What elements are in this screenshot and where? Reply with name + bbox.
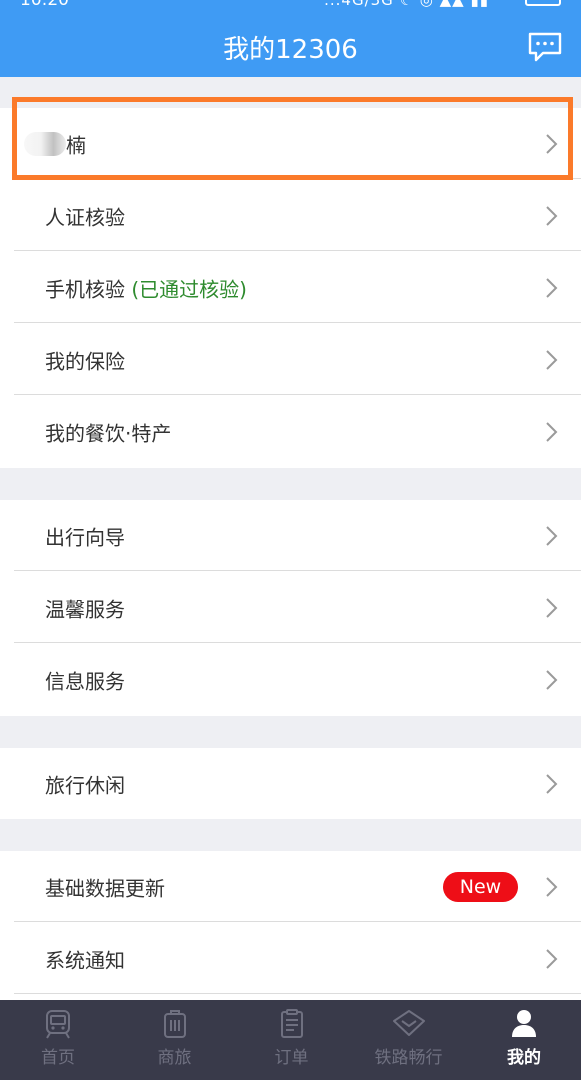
menu-item-label: 旅行休闲: [45, 773, 125, 797]
chevron-right-icon: [546, 876, 558, 897]
chevron-right-icon: [546, 133, 558, 154]
menu-item-face-verify[interactable]: 人证核验: [0, 180, 581, 251]
menu-item-label: 信息服务: [45, 669, 125, 693]
page-title: 我的12306: [223, 35, 358, 65]
train-icon: [46, 1010, 70, 1039]
tab-label: 铁路畅行: [374, 1048, 443, 1068]
status-time: 10:20: [20, 0, 69, 10]
tab-home[interactable]: 首页: [0, 1000, 116, 1074]
header: 10:20 ...4G/3G ☾ ◎ ▲▲ ▮▮ 我的12306: [0, 0, 581, 77]
menu-item-label: 系统通知: [45, 948, 125, 972]
order-clipboard-icon: [280, 1009, 303, 1038]
chevron-right-icon: [546, 205, 558, 226]
menu-item-catering[interactable]: 我的餐饮·特产: [0, 396, 581, 467]
section-services: 出行向导 温馨服务 信息服务: [0, 500, 581, 716]
chevron-right-icon: [546, 669, 558, 690]
verification-status: (已通过核验): [131, 277, 247, 301]
menu-item-label: 出行向导: [45, 525, 125, 549]
divider: [14, 322, 581, 323]
tab-railway-pass[interactable]: 铁路畅行: [350, 1000, 467, 1074]
tab-label: 我的: [507, 1048, 541, 1068]
divider: [14, 921, 581, 922]
divider: [14, 642, 581, 643]
tab-business-travel[interactable]: 商旅: [116, 1000, 233, 1074]
menu-item-label: 基础数据更新: [45, 876, 165, 900]
menu-item-travel-guide[interactable]: 出行向导: [0, 500, 581, 571]
chevron-right-icon: [546, 773, 558, 794]
menu-item-label: 手机核验 (已通过核验): [45, 273, 247, 302]
menu-item-data-update[interactable]: 基础数据更新 New: [0, 851, 581, 922]
tab-label: 商旅: [157, 1048, 192, 1068]
menu-item-care-service[interactable]: 温馨服务: [0, 572, 581, 643]
battery-icon: [525, 0, 561, 6]
tab-orders[interactable]: 订单: [233, 1000, 350, 1074]
tab-mine[interactable]: 我的: [467, 1000, 581, 1074]
divider: [14, 570, 581, 571]
chevron-right-icon: [546, 948, 558, 969]
menu-item-insurance[interactable]: 我的保险: [0, 324, 581, 395]
status-indicators: ...4G/3G ☾ ◎ ▲▲ ▮▮: [324, 0, 489, 9]
section-account: 楠 人证核验 手机核验 (已通过核验) 我的保险 我的餐饮·特产: [0, 108, 581, 468]
tab-label: 首页: [41, 1048, 75, 1068]
luggage-icon: [163, 1010, 186, 1038]
menu-item-system-notice[interactable]: 系统通知: [0, 923, 581, 994]
my12306-screen: 10:20 ...4G/3G ☾ ◎ ▲▲ ▮▮ 我的12306 楠 人证核验 …: [0, 0, 581, 1080]
menu-item-label: 我的保险: [45, 349, 125, 373]
bottom-tab-bar: 首页 商旅 订单 铁路畅行 我的: [0, 1000, 581, 1080]
message-icon[interactable]: [527, 31, 563, 63]
menu-item-label: 温馨服务: [45, 597, 125, 621]
profile-row[interactable]: 楠: [0, 108, 581, 179]
menu-item-label: 人证核验: [45, 205, 125, 229]
chevron-right-icon: [546, 421, 558, 442]
menu-item-leisure[interactable]: 旅行休闲: [0, 748, 581, 819]
divider: [14, 394, 581, 395]
section-leisure: 旅行休闲: [0, 748, 581, 819]
section-system: 基础数据更新 New 系统通知: [0, 851, 581, 1000]
status-bar: 10:20 ...4G/3G ☾ ◎ ▲▲ ▮▮: [0, 0, 581, 12]
divider: [14, 250, 581, 251]
tab-label: 订单: [274, 1048, 309, 1068]
chevron-right-icon: [546, 525, 558, 546]
person-icon: [512, 1010, 536, 1037]
menu-item-label-text: 手机核验: [45, 277, 125, 301]
chevron-right-icon: [546, 597, 558, 618]
diamond-icon: [392, 1010, 425, 1036]
obscured-name: [24, 131, 66, 156]
new-badge: New: [443, 871, 518, 902]
username-text: 楠: [66, 133, 86, 157]
menu-item-label: 我的餐饮·特产: [45, 421, 172, 445]
divider: [14, 178, 581, 179]
chevron-right-icon: [546, 349, 558, 370]
divider: [14, 993, 581, 994]
chevron-right-icon: [546, 277, 558, 298]
menu-item-info-service[interactable]: 信息服务: [0, 644, 581, 715]
menu-item-phone-verify[interactable]: 手机核验 (已通过核验): [0, 252, 581, 323]
